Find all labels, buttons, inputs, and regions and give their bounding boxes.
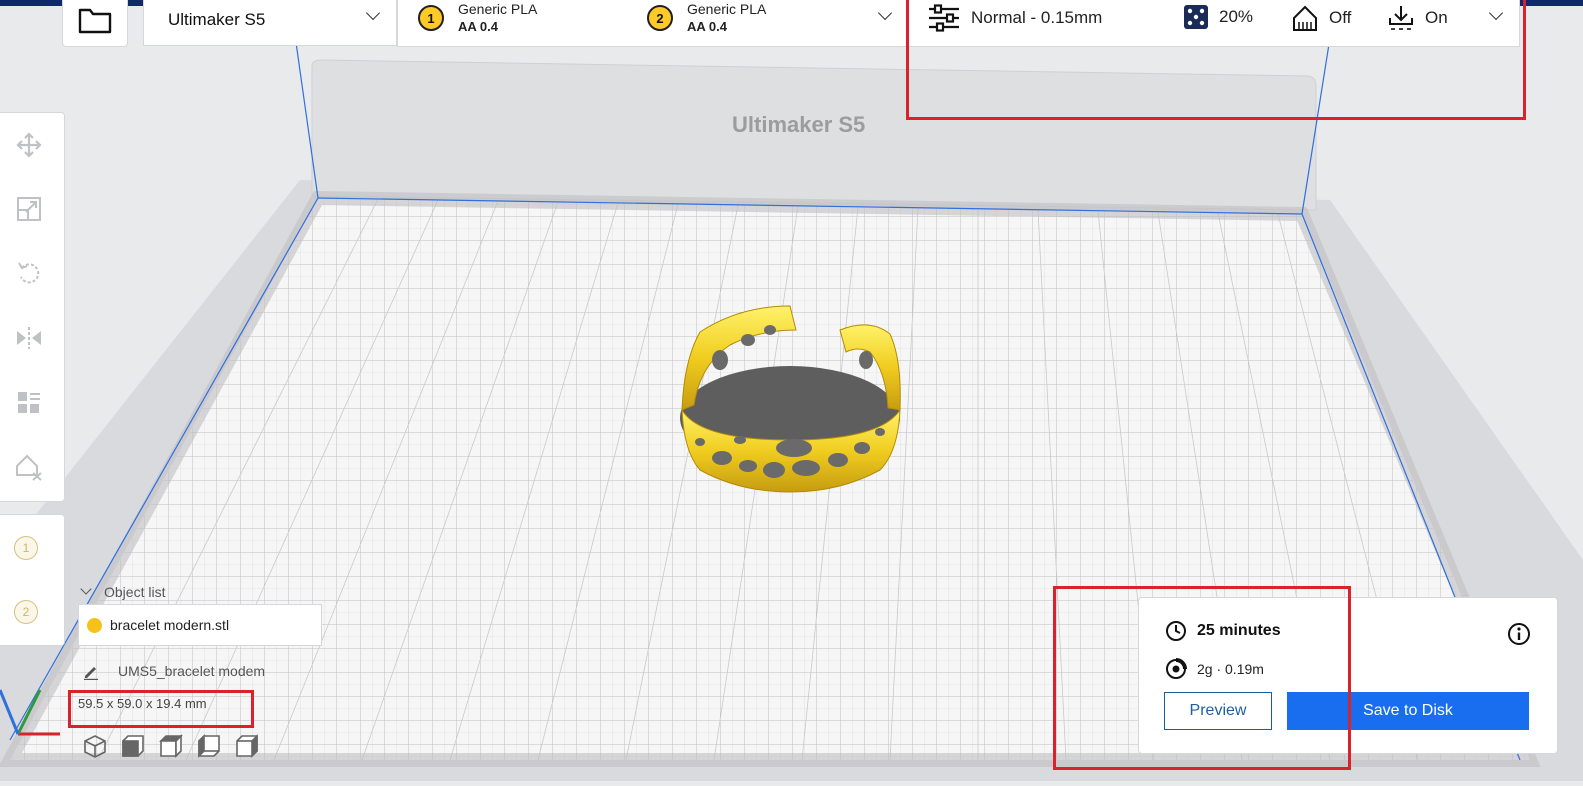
chevron-down-icon	[365, 5, 381, 21]
extruder-2: 2 Generic PLA AA 0.4	[647, 0, 766, 36]
print-settings-selector[interactable]: Normal - 0.15mm 20% Off On	[906, 0, 1520, 47]
extruder-indicator-panel: 1 2	[0, 514, 65, 646]
rotate-icon	[18, 262, 40, 284]
printer-name: Ultimaker S5	[168, 9, 266, 29]
scale-tool-button[interactable]	[11, 191, 47, 227]
mirror-icon	[17, 327, 41, 349]
print-time: 25 minutes	[1197, 622, 1281, 639]
folder-icon	[78, 8, 112, 34]
build-plate-printer-label: Ultimaker S5	[732, 112, 866, 137]
mirror-tool-button[interactable]	[11, 320, 47, 356]
tool-panel	[0, 112, 65, 502]
job-name-row[interactable]: UMS5_bracelet modem	[82, 662, 265, 680]
clock-icon	[1166, 621, 1186, 641]
object-list-toggle[interactable]: Object list	[80, 583, 166, 600]
support-label: Off	[1329, 8, 1352, 27]
edit-pencil-icon	[84, 667, 98, 680]
material-usage: 2g · 0.19m	[1197, 661, 1264, 677]
scale-icon	[17, 197, 41, 221]
object-list-header: Object list	[104, 584, 166, 600]
move-icon	[16, 132, 42, 158]
view-3d-button[interactable]	[82, 733, 108, 759]
cube-top-icon	[159, 734, 183, 758]
support-blocker-icon	[16, 454, 42, 481]
open-file-button[interactable]	[62, 0, 128, 47]
material-usage-row: 2g · 0.19m	[1165, 658, 1264, 680]
view-right-button[interactable]	[234, 733, 260, 759]
support-setting: Off	[1291, 4, 1351, 32]
printer-selector[interactable]: Ultimaker S5	[143, 0, 397, 46]
extruder-1-core: AA 0.4	[458, 19, 498, 34]
view-front-button[interactable]	[120, 733, 146, 759]
profile-setting: Normal - 0.15mm	[927, 4, 1102, 32]
adhesion-label: On	[1425, 8, 1448, 27]
adhesion-setting: On	[1387, 4, 1448, 32]
object-color-dot	[87, 617, 102, 633]
extruder-1-badge: 1	[418, 5, 444, 31]
job-name: UMS5_bracelet modem	[118, 663, 266, 679]
spool-icon	[1166, 658, 1187, 679]
per-model-settings-button[interactable]	[11, 385, 47, 421]
chevron-down-icon	[877, 5, 893, 21]
infill-setting: 20%	[1183, 4, 1253, 30]
support-icon	[1293, 5, 1317, 31]
material-selector[interactable]: 1 Generic PLA AA 0.4 2 Generic PLA AA 0.…	[397, 0, 908, 47]
object-name: bracelet modern.stl	[110, 617, 230, 633]
info-icon	[1508, 623, 1530, 645]
support-blocker-button[interactable]	[11, 449, 47, 485]
cube-left-icon	[198, 734, 220, 758]
extruder-2-badge: 2	[647, 5, 673, 31]
print-info-button[interactable]	[1507, 622, 1531, 651]
view-left-button[interactable]	[196, 733, 222, 759]
rotate-tool-button[interactable]	[11, 255, 47, 291]
object-list-item[interactable]: bracelet modern.stl	[78, 604, 322, 646]
profile-label: Normal - 0.15mm	[971, 8, 1103, 27]
preview-button[interactable]: Preview	[1164, 692, 1272, 730]
chevron-down-icon	[1488, 5, 1504, 21]
view-orientation-buttons	[82, 733, 260, 759]
cube-right-icon	[236, 734, 258, 758]
per-model-settings-icon	[18, 392, 40, 413]
extruder-1-material: Generic PLA	[458, 1, 538, 17]
save-to-disk-button[interactable]: Save to Disk	[1287, 692, 1529, 730]
extruder-1-indicator[interactable]: 1	[14, 536, 38, 560]
cube-3d-icon	[84, 735, 106, 758]
print-time-row: 25 minutes	[1165, 620, 1281, 642]
chevron-down-icon	[80, 583, 92, 595]
extruder-2-indicator[interactable]: 2	[14, 600, 38, 624]
sliders-icon	[929, 4, 959, 32]
infill-icon	[1184, 5, 1208, 29]
extruder-2-core: AA 0.4	[687, 19, 727, 34]
print-output-panel: 25 minutes 2g · 0.19m Preview Save to Di…	[1138, 597, 1558, 754]
extruder-1: 1 Generic PLA AA 0.4	[418, 0, 537, 36]
move-tool-button[interactable]	[11, 127, 47, 163]
extruder-2-material: Generic PLA	[687, 1, 767, 17]
adhesion-icon	[1389, 6, 1413, 30]
object-dimensions: 59.5 x 59.0 x 19.4 mm	[78, 696, 207, 711]
view-top-button[interactable]	[158, 733, 184, 759]
infill-label: 20%	[1219, 7, 1254, 26]
cube-front-icon	[122, 735, 144, 757]
